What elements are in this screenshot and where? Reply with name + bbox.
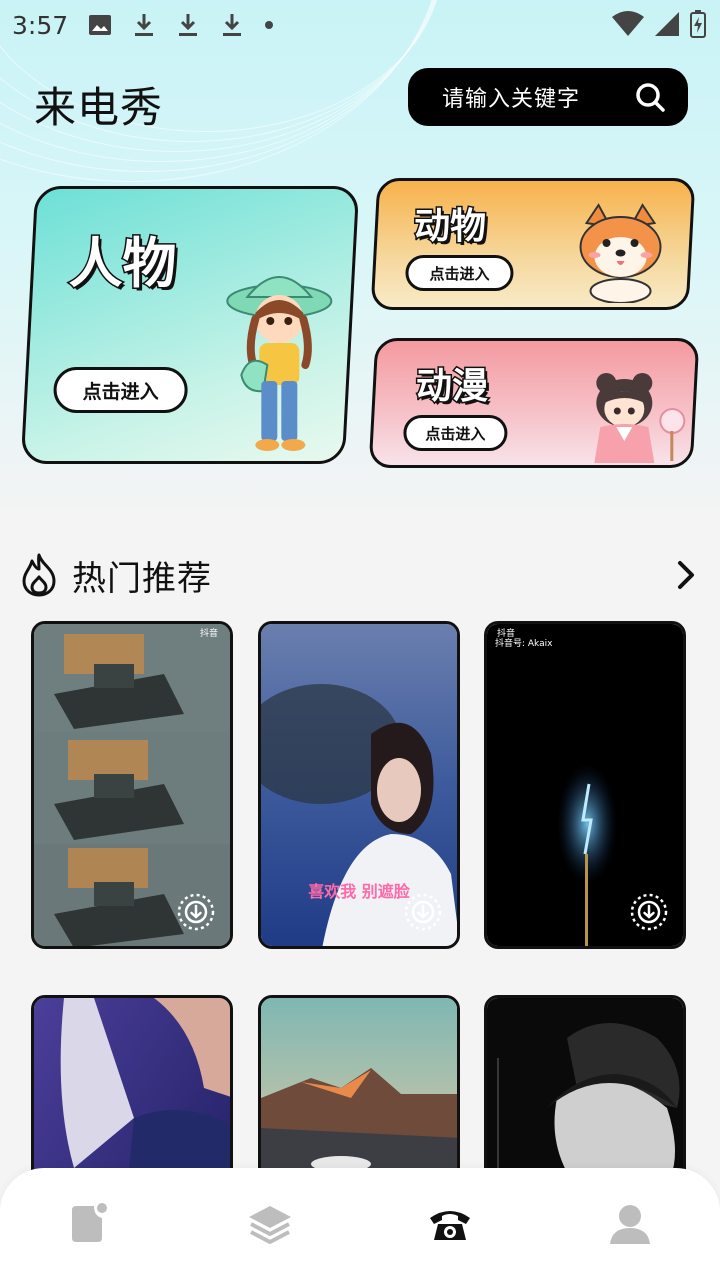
bottom-nav — [0, 1168, 720, 1280]
dog-illustration — [579, 203, 662, 303]
section-title: 热门推荐 — [72, 558, 212, 599]
download-icon — [135, 14, 154, 36]
enter-button[interactable]: 点击进入 — [403, 415, 508, 451]
download-circle-icon[interactable] — [403, 892, 443, 932]
download-icon — [179, 14, 198, 36]
nav-item-profile[interactable] — [606, 1200, 654, 1248]
search-icon[interactable] — [634, 81, 666, 113]
video-thumbnail[interactable]: 抖音 抖音号: Akaix — [484, 621, 686, 949]
video-thumbnail[interactable]: 抖音 — [31, 621, 233, 949]
enter-button[interactable]: 点击进入 — [405, 255, 514, 291]
dot-icon — [265, 21, 274, 29]
nav-item-layers[interactable] — [246, 1200, 294, 1248]
image-icon — [89, 15, 112, 35]
category-title: 动物 — [413, 205, 488, 249]
search-input[interactable]: 请输入关键字 — [408, 68, 688, 126]
category-card-anime[interactable]: 动漫 点击进入 — [368, 338, 700, 468]
user-icon — [610, 1205, 650, 1244]
download-circle-icon[interactable] — [629, 892, 669, 932]
flame-icon — [22, 553, 56, 597]
battery-charging-icon — [690, 10, 706, 38]
wallpaper-icon — [72, 1203, 107, 1242]
layers-icon — [249, 1206, 291, 1244]
nav-item-wallpaper[interactable] — [66, 1200, 114, 1248]
status-time: 3:57 — [12, 10, 69, 40]
enter-button[interactable]: 点击进入 — [53, 367, 188, 413]
anime-girl-illustration — [594, 373, 686, 463]
girl-illustration — [226, 276, 333, 451]
wifi-icon — [612, 11, 644, 36]
chevron-right-icon[interactable] — [674, 555, 700, 595]
phone-icon — [430, 1211, 470, 1240]
nav-item-phone[interactable] — [426, 1200, 474, 1248]
video-thumbnail[interactable]: 喜欢我 别遮脸 — [258, 621, 460, 949]
category-card-people[interactable]: 人物 点击进入 — [20, 186, 360, 464]
download-circle-icon[interactable] — [176, 892, 216, 932]
search-placeholder: 请输入关键字 — [442, 87, 581, 112]
hot-section-header: 热门推荐 — [20, 550, 700, 600]
app-title: 来电秀 — [34, 83, 164, 132]
video-watermark-id: 抖音号: Akaix — [495, 639, 553, 649]
app-screen: 3:57 来电秀 请输入关键字 人物 点击进入 动物 点击进入 动漫 点击进入 … — [0, 0, 720, 1280]
category-title: 人物 — [67, 231, 178, 297]
status-bar: 3:57 — [0, 0, 720, 50]
signal-icon — [655, 12, 679, 36]
category-title: 动漫 — [415, 365, 490, 409]
video-watermark: 抖音 — [199, 629, 218, 639]
download-icon — [223, 14, 242, 36]
category-card-animal[interactable]: 动物 点击进入 — [370, 178, 696, 310]
